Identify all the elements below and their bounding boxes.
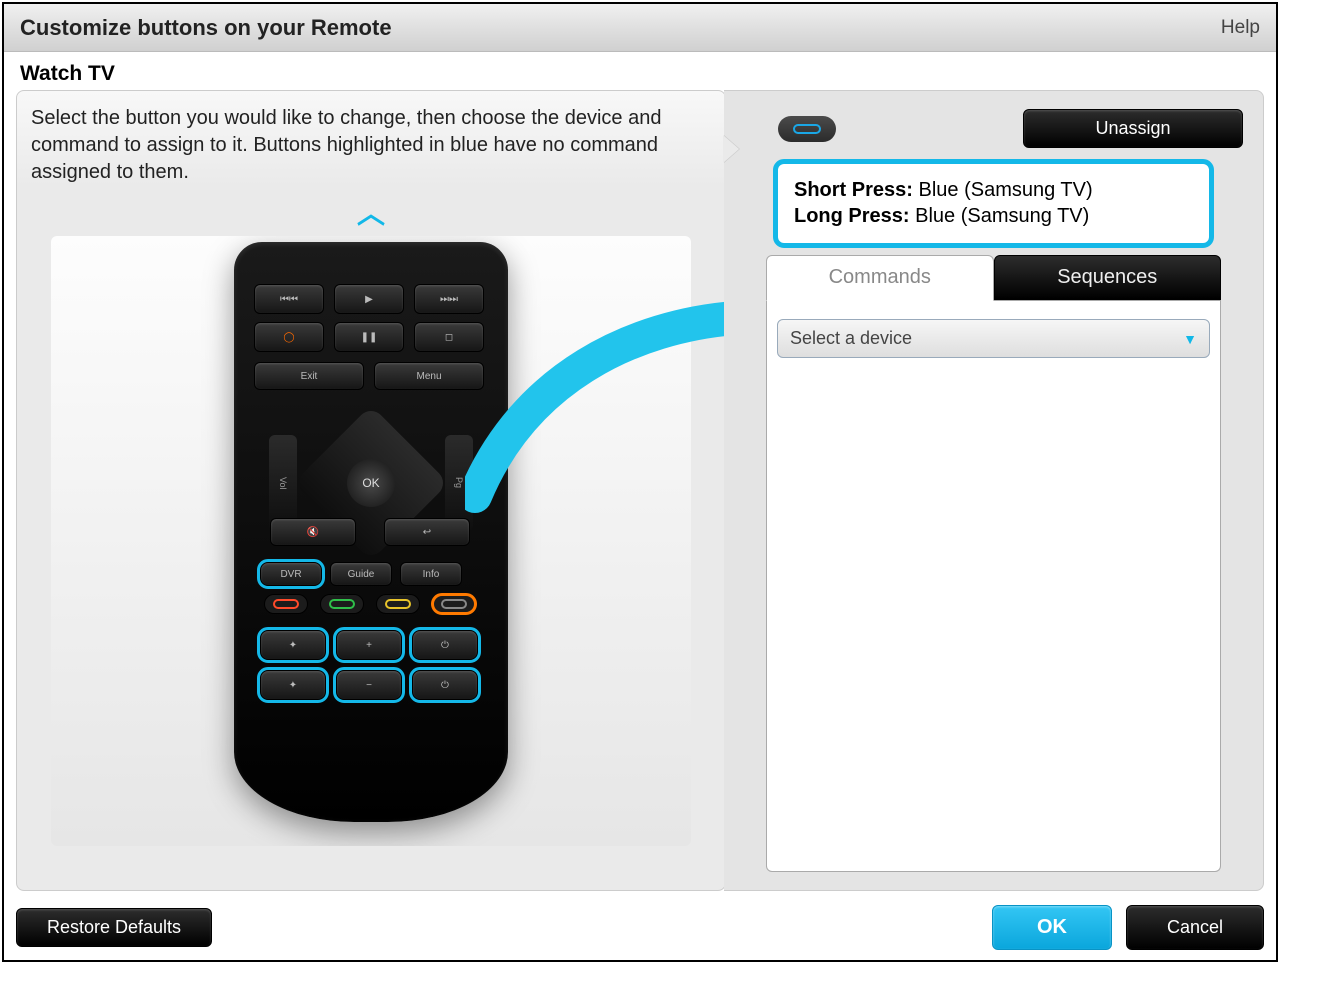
tab-sequences[interactable]: Sequences xyxy=(994,255,1222,300)
tabs: Commands Sequences xyxy=(766,255,1221,301)
help-link[interactable]: Help xyxy=(1221,17,1260,39)
yellow-button[interactable] xyxy=(376,594,420,614)
dialog-window: Customize buttons on your Remote Help Wa… xyxy=(2,2,1278,962)
long-press-label: Long Press: xyxy=(794,205,910,227)
minus-button[interactable]: − xyxy=(336,670,402,700)
titlebar: Customize buttons on your Remote Help xyxy=(4,4,1276,52)
press-assignments: Short Press: Blue (Samsung TV) Long Pres… xyxy=(778,164,1209,243)
light-2-button[interactable]: ✦ xyxy=(260,670,326,700)
ok-button[interactable]: OK xyxy=(347,459,395,507)
plus-button[interactable]: + xyxy=(336,630,402,660)
selected-button-preview xyxy=(778,116,836,142)
skip-prev-button[interactable]: ⏮⏮ xyxy=(254,284,324,314)
chevron-down-icon: ▼ xyxy=(1183,331,1197,347)
socket-1-button[interactable]: ⏻ xyxy=(412,630,478,660)
instructions-text: Select the button you would like to chan… xyxy=(31,105,711,186)
dvr-button[interactable]: DVR xyxy=(260,562,322,586)
content-row: Select the button you would like to chan… xyxy=(4,90,1276,891)
cancel-button[interactable]: Cancel xyxy=(1126,905,1264,950)
guide-button[interactable]: Guide xyxy=(330,562,392,586)
remote-canvas: ⏮⏮ ▶ ⏭⏭ ◯ ❚❚ ◻ Exit Menu Vol OK Pg xyxy=(51,236,691,846)
light-1-button[interactable]: ✦ xyxy=(260,630,326,660)
ok-button-footer[interactable]: OK xyxy=(992,905,1112,950)
notch-icon xyxy=(723,135,739,163)
restore-defaults-button[interactable]: Restore Defaults xyxy=(16,908,212,947)
activity-name: Watch TV xyxy=(4,52,1276,90)
short-press-value: Blue (Samsung TV) xyxy=(919,179,1093,201)
skip-next-button[interactable]: ⏭⏭ xyxy=(414,284,484,314)
tab-commands[interactable]: Commands xyxy=(766,255,994,301)
play-button[interactable]: ▶ xyxy=(334,284,404,314)
tab-body: Select a device ▼ xyxy=(766,301,1221,872)
mute-button[interactable]: 🔇 xyxy=(270,518,356,546)
footer: Restore Defaults OK Cancel xyxy=(4,891,1276,960)
menu-button[interactable]: Menu xyxy=(374,362,484,390)
remote-pane: Select the button you would like to chan… xyxy=(16,90,726,891)
stop-button[interactable]: ◻ xyxy=(414,322,484,352)
info-button[interactable]: Info xyxy=(400,562,462,586)
remote-body: ⏮⏮ ▶ ⏭⏭ ◯ ❚❚ ◻ Exit Menu Vol OK Pg xyxy=(234,242,508,822)
green-button[interactable] xyxy=(320,594,364,614)
unassign-button[interactable]: Unassign xyxy=(1023,109,1243,148)
blue-button[interactable] xyxy=(432,594,476,614)
long-press-value: Blue (Samsung TV) xyxy=(915,205,1089,227)
record-button[interactable]: ◯ xyxy=(254,322,324,352)
vol-rocker[interactable]: Vol xyxy=(269,435,297,531)
dialog-title: Customize buttons on your Remote xyxy=(20,15,392,41)
pause-button[interactable]: ❚❚ xyxy=(334,322,404,352)
device-select-placeholder: Select a device xyxy=(790,328,912,349)
device-select[interactable]: Select a device ▼ xyxy=(777,319,1210,358)
exit-button[interactable]: Exit xyxy=(254,362,364,390)
short-press-label: Short Press: xyxy=(794,179,913,201)
scroll-up-icon[interactable]: ︿ xyxy=(31,192,711,232)
assignment-pane: Unassign Short Press: Blue (Samsung TV) … xyxy=(724,90,1264,891)
back-button[interactable]: ↩ xyxy=(384,518,470,546)
socket-2-button[interactable]: ⏻ xyxy=(412,670,478,700)
red-button[interactable] xyxy=(264,594,308,614)
pg-rocker[interactable]: Pg xyxy=(445,435,473,531)
